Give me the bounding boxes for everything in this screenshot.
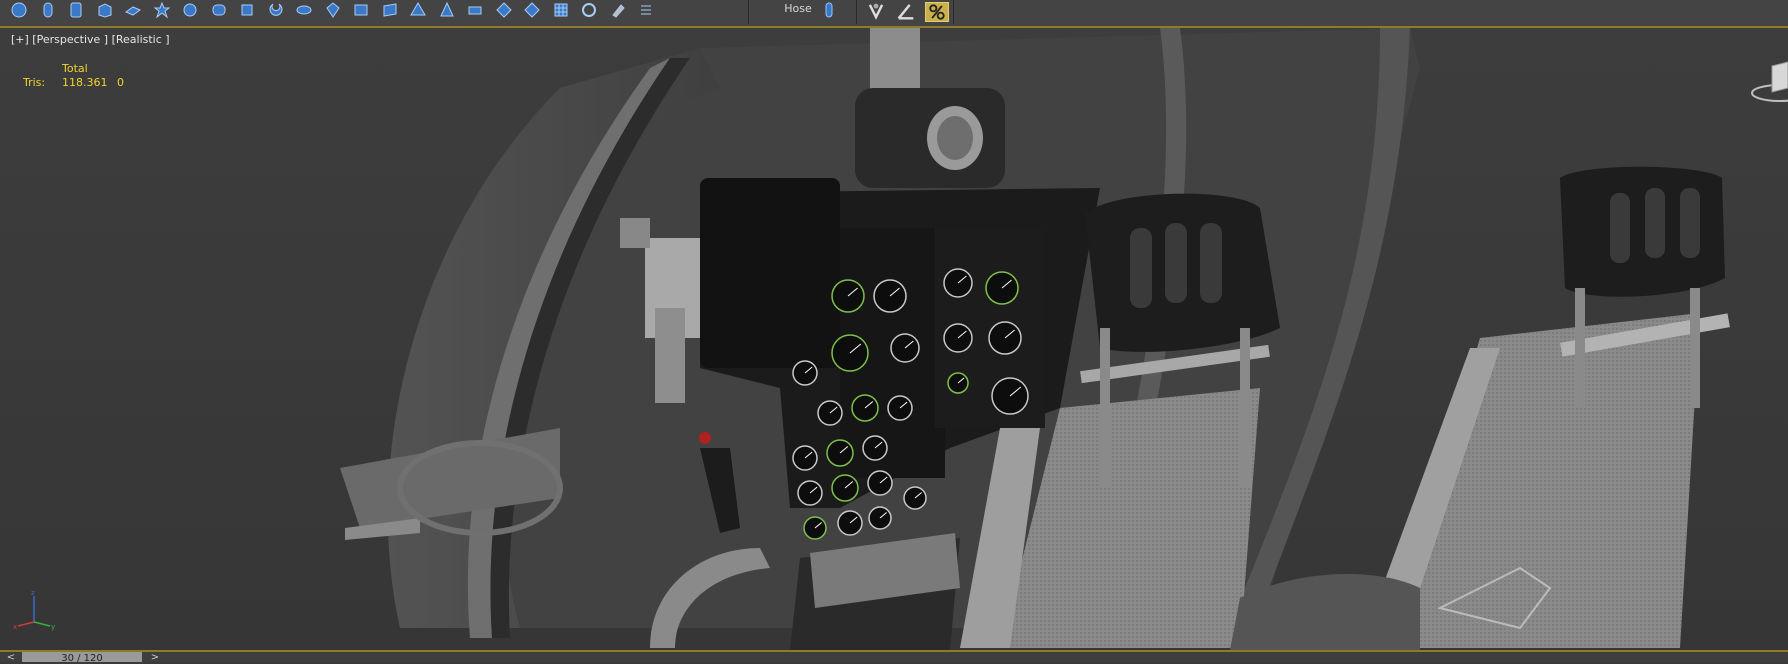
svg-text:z: z — [31, 589, 35, 597]
gear-ring-icon[interactable] — [578, 0, 600, 20]
toolbar-separator — [748, 0, 749, 24]
svg-text:x: x — [13, 623, 17, 631]
percent-snap-icon[interactable] — [925, 2, 949, 22]
tris-total-value: 118.361 — [62, 76, 108, 89]
pyramid-icon[interactable] — [436, 0, 458, 20]
grid-icon[interactable] — [550, 0, 572, 20]
plane-icon[interactable] — [122, 0, 144, 20]
torus-knot-icon[interactable] — [179, 0, 201, 20]
timeline-bar: < 30 / 120 > — [0, 650, 1788, 663]
box-icon[interactable] — [94, 0, 116, 20]
oil-tank-icon[interactable] — [236, 0, 258, 20]
snap-toggle-icon[interactable] — [865, 2, 887, 20]
tube-icon[interactable] — [65, 0, 87, 20]
sphere-icon[interactable] — [8, 0, 30, 20]
eraser-icon[interactable] — [607, 0, 629, 20]
prism-icon[interactable] — [464, 0, 486, 20]
stats-header: Total — [62, 62, 88, 75]
next-frame-button[interactable]: > — [148, 652, 162, 663]
snap-toolbar — [856, 0, 954, 24]
viewcube[interactable] — [1750, 58, 1788, 108]
ringwave-icon[interactable] — [521, 0, 543, 20]
prev-frame-button[interactable]: < — [4, 652, 18, 663]
svg-text:y: y — [51, 623, 55, 631]
angle-snap-icon[interactable] — [895, 2, 917, 20]
viewport-label[interactable]: [+] [Perspective ] [Realistic ] — [11, 33, 170, 46]
l-ext-icon[interactable] — [350, 0, 372, 20]
capsule-icon[interactable] — [265, 0, 287, 20]
main-toolbar: Hose — [0, 0, 1788, 28]
tris-label: Tris: — [23, 76, 46, 89]
perspective-viewport[interactable]: [+] [Perspective ] [Realistic ] Total Tr… — [0, 28, 1788, 650]
cockpit-render — [0, 28, 1788, 650]
cylinder-icon[interactable] — [37, 0, 59, 20]
spring-icon[interactable] — [635, 0, 657, 20]
hedra-icon[interactable] — [407, 0, 429, 20]
gengon-icon[interactable] — [493, 0, 515, 20]
chamfer-cylinder-icon[interactable] — [208, 0, 230, 20]
geosphere-icon[interactable] — [151, 0, 173, 20]
c-ext-icon[interactable] — [379, 0, 401, 20]
torus-icon[interactable] — [293, 0, 315, 20]
hose-icon[interactable] — [818, 0, 840, 20]
axis-tripod-icon: z y x — [10, 588, 60, 638]
spindle-icon[interactable] — [322, 0, 344, 20]
time-slider[interactable]: 30 / 120 — [22, 652, 142, 662]
tris-selected-value: 0 — [117, 76, 124, 89]
